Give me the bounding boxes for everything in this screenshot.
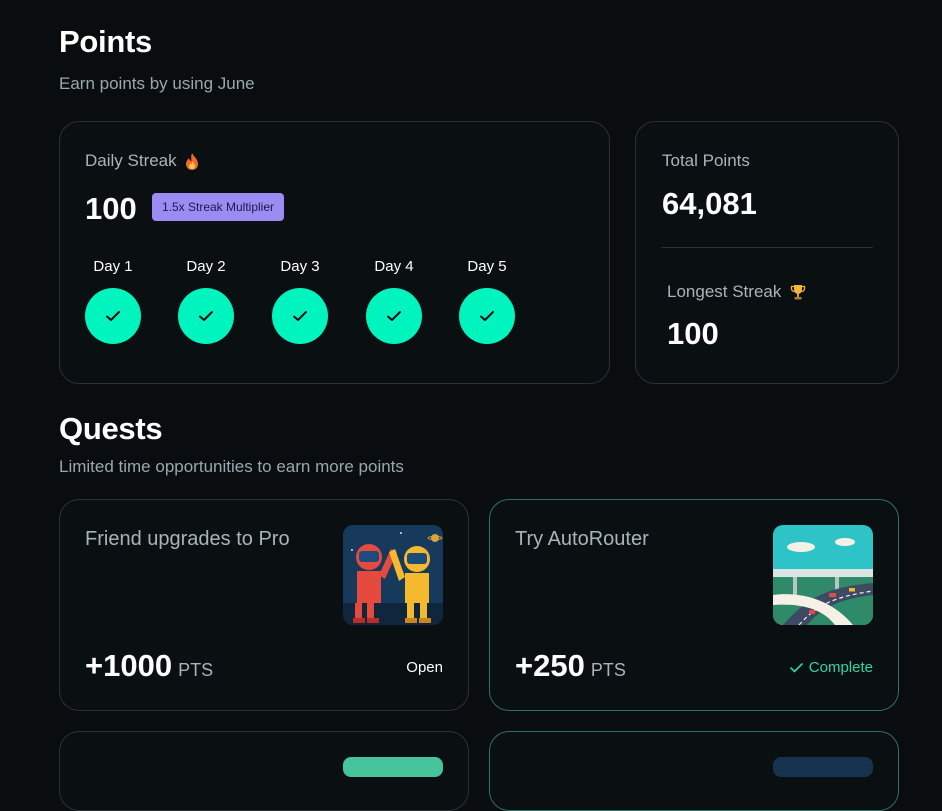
trophy-icon [790, 284, 806, 300]
day-label: Day 3 [280, 258, 320, 275]
page-title: Points [59, 24, 152, 59]
daily-streak-card: Daily Streak 100 1.5x Streak Multiplier … [59, 121, 610, 384]
quest-card-autorouter[interactable]: Try AutoRouter +250 PTS Complete [489, 499, 899, 711]
day-label: Day 5 [467, 258, 507, 275]
quest-title: Try AutoRouter [515, 528, 649, 550]
checkmark-icon [85, 288, 141, 344]
checkmark-icon [178, 288, 234, 344]
quest-points: +250 PTS [515, 648, 626, 684]
astronauts-illustration [343, 525, 443, 625]
streak-day-4: Day 4 [366, 258, 422, 344]
checkmark-icon [272, 288, 328, 344]
checkmark-icon [459, 288, 515, 344]
fire-icon [185, 152, 199, 170]
quest-title: Friend upgrades to Pro [85, 528, 290, 550]
streak-multiplier-badge: 1.5x Streak Multiplier [152, 193, 284, 221]
daily-streak-label: Daily Streak [85, 151, 177, 170]
quest-card-partial[interactable] [59, 731, 469, 811]
total-points-card: Total Points 64,081 Longest Streak 100 [635, 121, 899, 384]
quest-status-complete: Complete [789, 659, 873, 676]
daily-streak-value: 100 [85, 191, 137, 226]
quest-open-button[interactable]: Open [406, 659, 443, 676]
longest-streak-label: Longest Streak [667, 282, 782, 301]
quest-points-value: +250 [515, 648, 585, 683]
quest-points-unit: PTS [590, 660, 626, 680]
streak-day-2: Day 2 [178, 258, 234, 344]
day-label: Day 4 [374, 258, 414, 275]
streak-day-5: Day 5 [459, 258, 515, 344]
total-points-label: Total Points [662, 151, 750, 170]
quest-status-label: Complete [808, 659, 873, 676]
quests-title: Quests [59, 411, 163, 446]
daily-streak-header: Daily Streak [85, 151, 199, 171]
quest-image [343, 757, 443, 777]
quest-points-value: +1000 [85, 648, 173, 683]
streak-day-1: Day 1 [85, 258, 141, 344]
page-subtitle: Earn points by using June [59, 74, 255, 93]
quest-card-partial[interactable] [489, 731, 899, 811]
checkmark-icon [366, 288, 422, 344]
total-points-value: 64,081 [662, 186, 757, 221]
highway-illustration [773, 525, 873, 625]
longest-streak-header: Longest Streak [667, 282, 806, 302]
quest-card-friend-upgrade[interactable]: Friend upgrades to Pro +1000 PTS Open [59, 499, 469, 711]
quest-image [773, 757, 873, 777]
streak-day-3: Day 3 [272, 258, 328, 344]
day-label: Day 2 [186, 258, 226, 275]
quest-points-unit: PTS [178, 660, 214, 680]
longest-streak-value: 100 [667, 316, 719, 351]
divider [661, 247, 873, 248]
day-label: Day 1 [93, 258, 133, 275]
quests-subtitle: Limited time opportunities to earn more … [59, 457, 404, 476]
quest-points: +1000 PTS [85, 648, 213, 684]
check-icon [789, 662, 803, 673]
